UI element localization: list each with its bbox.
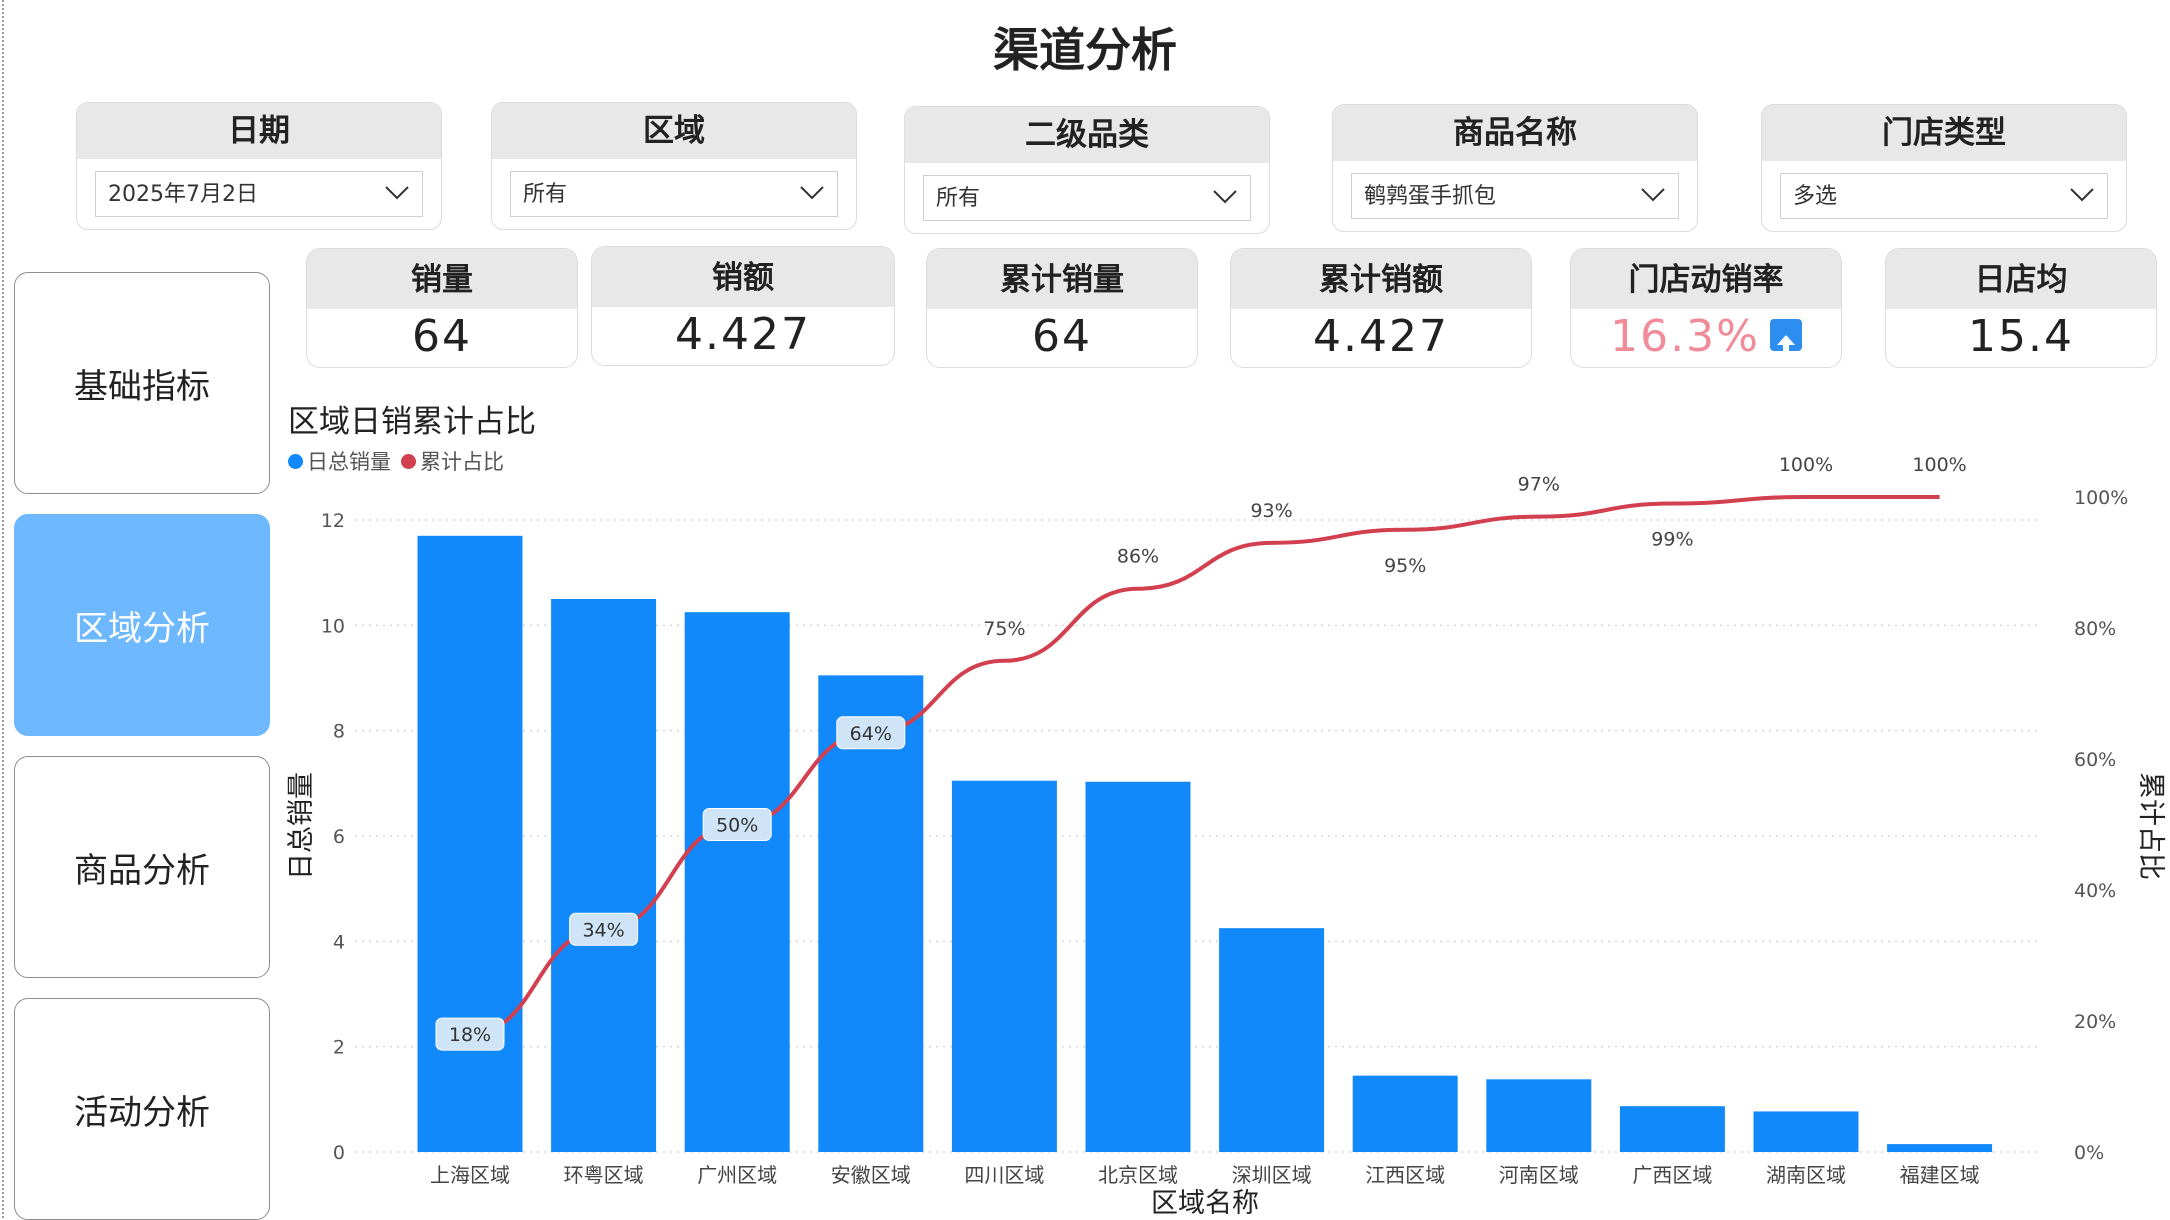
- data-label: 100%: [1912, 454, 1966, 476]
- bar: [1352, 1075, 1458, 1152]
- pareto-chart: 0 2 4 6 8 10 12 0% 20% 40% 60% 80% 100% 日总销量 累计占比区域名称 上…: [286, 454, 2166, 1218]
- x-tick-label: 湖南区域: [1766, 1163, 1846, 1187]
- x-tick-label: 河南区域: [1499, 1163, 1579, 1187]
- x-tick-label: 安徽区域: [831, 1163, 911, 1187]
- x-tick-label: 深圳区域: [1232, 1163, 1312, 1187]
- y-tick-label: 12: [321, 510, 345, 532]
- y-tick-label: 4: [333, 931, 345, 953]
- bar: [1753, 1111, 1859, 1152]
- y2-axis-title: 累计占比: [2135, 772, 2166, 880]
- data-label: 97%: [1518, 474, 1560, 496]
- y-tick-label: 10: [321, 615, 345, 637]
- y2-tick-label: 40%: [2074, 880, 2116, 902]
- data-label: 75%: [983, 618, 1025, 640]
- bar: [1619, 1106, 1725, 1152]
- x-tick-label: 四川区域: [964, 1163, 1044, 1187]
- data-label: 18%: [449, 1024, 491, 1046]
- y-tick-label: 2: [333, 1037, 345, 1059]
- data-label: 99%: [1651, 529, 1693, 551]
- bar: [1887, 1144, 1993, 1152]
- data-label: 64%: [850, 723, 892, 745]
- y-tick-label: 6: [333, 826, 345, 848]
- x-tick-label: 北京区域: [1098, 1163, 1178, 1187]
- bar: [951, 780, 1057, 1152]
- y2-tick-label: 100%: [2074, 487, 2128, 509]
- x-tick-label: 福建区域: [1900, 1163, 1980, 1187]
- y2-tick-label: 20%: [2074, 1011, 2116, 1033]
- data-label: 93%: [1250, 500, 1292, 522]
- y2-tick-label: 80%: [2074, 618, 2116, 640]
- data-label: 100%: [1779, 454, 1833, 476]
- data-label: 34%: [582, 919, 624, 941]
- x-tick-label: 江西区域: [1365, 1163, 1445, 1187]
- bar: [1085, 781, 1191, 1152]
- x-tick-label: 广州区域: [697, 1163, 777, 1187]
- data-label: 50%: [716, 815, 758, 837]
- bar: [551, 599, 657, 1152]
- y-tick-label: 8: [333, 721, 345, 743]
- x-tick-label: 广西区域: [1632, 1163, 1712, 1187]
- data-label: 86%: [1117, 546, 1159, 568]
- bar: [1486, 1079, 1592, 1152]
- y-axis-title: 日总销量: [286, 772, 317, 880]
- bar: [417, 535, 523, 1152]
- x-tick-label: 环粤区域: [564, 1163, 644, 1187]
- y-tick-label: 0: [333, 1142, 345, 1164]
- data-label: 95%: [1384, 555, 1426, 577]
- x-axis-title: 区域名称: [1151, 1188, 1259, 1218]
- x-tick-label: 上海区域: [430, 1163, 510, 1187]
- y2-tick-label: 0%: [2074, 1142, 2104, 1164]
- y2-tick-label: 60%: [2074, 749, 2116, 771]
- bar: [1219, 928, 1325, 1152]
- bar: [684, 612, 790, 1152]
